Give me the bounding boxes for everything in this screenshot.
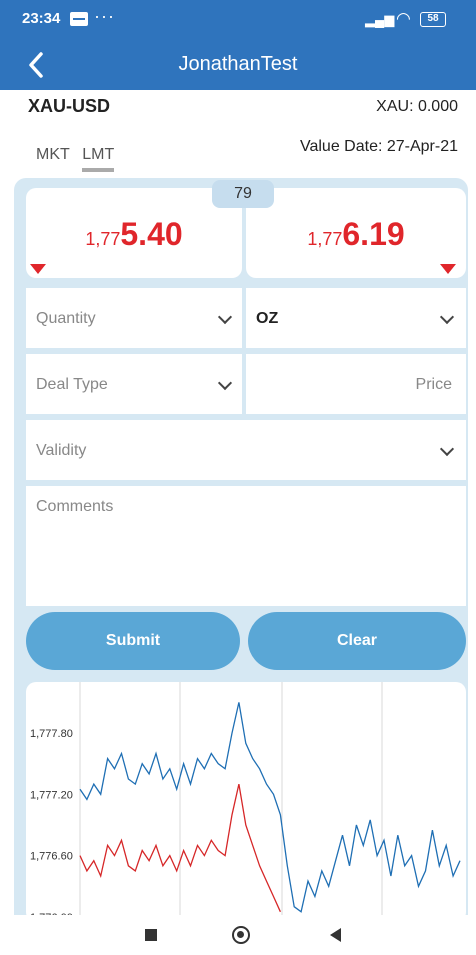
quantity-select[interactable]: Quantity bbox=[26, 288, 242, 348]
status-bar: 23:34 ··· ▂▄▆ ◠ 58 bbox=[0, 0, 476, 40]
series-line-blue bbox=[79, 702, 461, 913]
y-tick-label: 1,777.80 bbox=[30, 728, 73, 740]
price-input[interactable]: Price bbox=[246, 354, 466, 414]
buy-price: 1,776.19 bbox=[246, 216, 466, 253]
sell-price-main: 5.40 bbox=[120, 216, 183, 252]
position-balance: XAU: 0.000 bbox=[376, 98, 458, 115]
more-notifications: ··· bbox=[94, 6, 115, 26]
buy-price-tile[interactable]: 1,776.19 bbox=[246, 188, 466, 278]
message-icon bbox=[70, 12, 88, 26]
clear-button[interactable]: Clear bbox=[248, 612, 466, 670]
chevron-down-icon bbox=[439, 441, 455, 457]
y-tick-label: 1,777.20 bbox=[30, 789, 73, 801]
chevron-down-icon bbox=[217, 309, 233, 325]
deal-type-placeholder: Deal Type bbox=[36, 376, 108, 393]
sell-price-prefix: 1,77 bbox=[85, 229, 121, 249]
battery-icon: 58 bbox=[420, 12, 446, 27]
unit-select[interactable]: OZ bbox=[246, 288, 466, 348]
sell-price-tile[interactable]: 1,775.40 bbox=[26, 188, 242, 278]
instrument-symbol: XAU-USD bbox=[28, 96, 111, 116]
price-chart-svg: 1,777.801,777.201,776.601,776.00 bbox=[30, 682, 461, 922]
status-time: 23:34 bbox=[22, 10, 61, 27]
value-date: Value Date: 27-Apr-21 bbox=[299, 138, 458, 155]
home-icon[interactable] bbox=[232, 926, 250, 944]
price-placeholder: Price bbox=[415, 376, 452, 393]
signal-icon: ▂▄▆ bbox=[365, 12, 395, 27]
nav-back-icon[interactable] bbox=[330, 928, 341, 942]
app-bar: JonathanTest bbox=[0, 40, 476, 90]
tab-mkt[interactable]: MKT bbox=[36, 146, 70, 168]
system-nav-bar bbox=[0, 915, 476, 955]
submit-button[interactable]: Submit bbox=[26, 612, 240, 670]
sell-price: 1,775.40 bbox=[26, 216, 242, 253]
wifi-icon: ◠ bbox=[396, 9, 411, 28]
sell-down-arrow-icon bbox=[30, 264, 46, 274]
y-tick-label: 1,776.60 bbox=[30, 851, 73, 863]
validity-select[interactable]: Validity bbox=[26, 420, 466, 480]
tab-lmt[interactable]: LMT bbox=[82, 146, 115, 172]
quantity-placeholder: Quantity bbox=[36, 310, 96, 327]
buy-price-main: 6.19 bbox=[342, 216, 405, 252]
deal-type-select[interactable]: Deal Type bbox=[26, 354, 242, 414]
chevron-down-icon bbox=[439, 309, 455, 325]
comments-textarea[interactable]: Comments bbox=[26, 486, 466, 606]
comments-placeholder: Comments bbox=[36, 498, 114, 515]
validity-placeholder: Validity bbox=[36, 442, 87, 459]
recent-apps-icon[interactable] bbox=[145, 929, 157, 941]
buy-price-prefix: 1,77 bbox=[307, 229, 343, 249]
buy-down-arrow-icon bbox=[440, 264, 456, 274]
price-chart: 1,777.801,777.201,776.601,776.00 bbox=[26, 682, 466, 922]
chevron-down-icon bbox=[217, 375, 233, 391]
unit-value: OZ bbox=[256, 310, 279, 327]
page-title: JonathanTest bbox=[178, 53, 298, 75]
spread-badge: 79 bbox=[212, 180, 274, 208]
order-type-tabs: MKT LMT bbox=[36, 146, 122, 172]
